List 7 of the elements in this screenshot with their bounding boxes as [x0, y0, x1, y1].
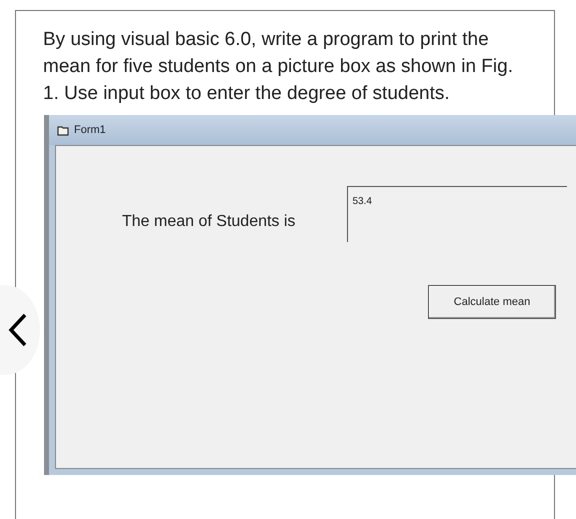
mean-label: The mean of Students is: [122, 213, 296, 231]
mean-value: 53.4: [352, 196, 372, 207]
chevron-left-icon: [8, 313, 28, 347]
question-text: By using visual basic 6.0, write a program to print the mean for five students on a picture box as shown in Fig. 1. Use input box to enter the degree of students.: [43, 28, 514, 106]
window-title: Form1: [74, 124, 106, 136]
form-icon: [57, 124, 69, 136]
calculate-button[interactable]: Calculate mean: [428, 285, 556, 319]
